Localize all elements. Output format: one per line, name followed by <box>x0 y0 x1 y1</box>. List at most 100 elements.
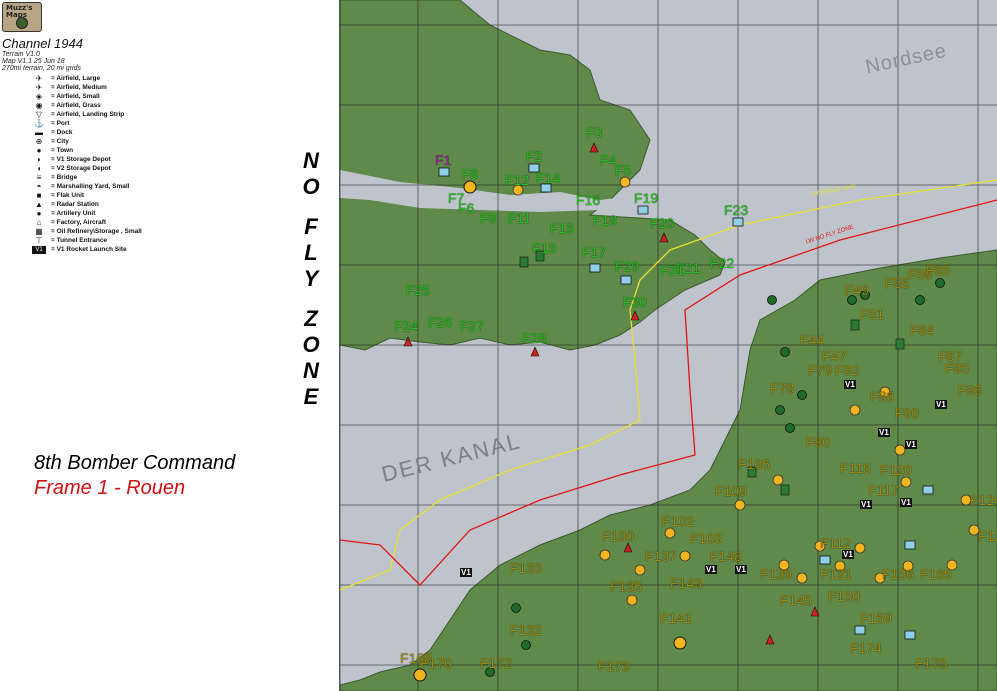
legend-label: = V1 Rocket Launch Site <box>51 246 127 253</box>
no-fly-gap <box>296 292 328 306</box>
town-icon <box>634 564 646 576</box>
airfield-large-icon <box>637 205 649 215</box>
bridge-icon: ≡ <box>36 172 42 182</box>
airfield-label-allied: F5 <box>615 162 632 178</box>
legend-row: ≡ = Bridge <box>32 173 232 182</box>
airfield-label-allied: F27 <box>460 318 485 334</box>
no-fly-letter: N <box>303 358 321 383</box>
map-canvas[interactable] <box>340 0 997 691</box>
flak-unit-icon <box>780 484 790 496</box>
v1-site-marker: V1 <box>705 565 717 574</box>
artillery-unit-icon <box>521 640 531 650</box>
artillery-unit-icon <box>935 278 945 288</box>
legend-label: = Flak Unit <box>51 192 85 199</box>
legend-label: = Airfield, Grass <box>51 102 101 109</box>
airfield-label-allied: F26 <box>428 314 453 330</box>
flak-unit-icon <box>895 338 905 350</box>
airfield-label-axis: F64 <box>910 322 935 338</box>
legend-row: ▽ = Airfield, Landing Strip <box>32 110 232 119</box>
town-icon <box>894 444 906 456</box>
legend-row: ■ = Flak Unit <box>32 191 232 200</box>
airfield-label-allied: F25 <box>406 282 431 298</box>
airfield-label-axis: F79 <box>808 362 833 378</box>
artillery-unit-icon: ● <box>36 208 42 218</box>
no-fly-letter: L <box>304 240 320 265</box>
legend-label: = V2 Storage Depot <box>51 165 111 172</box>
airfield-label-axis: F115 <box>840 460 871 476</box>
airfield-label-axis: F120 <box>880 462 912 478</box>
map-logo: Muzz's Maps <box>2 2 42 32</box>
airfield-label-axis: F172 <box>480 655 512 671</box>
airfield-label-allied: F16 <box>576 192 601 208</box>
legend-label: = Airfield, Landing Strip <box>51 111 125 118</box>
airfield-label-allied: F13 <box>532 240 557 256</box>
city-icon <box>673 636 687 650</box>
legend-row: ◗ = V1 Storage Depot <box>32 155 232 164</box>
airfield-label-axis: F135 <box>610 578 642 594</box>
town-icon <box>854 542 866 554</box>
airfield-label-allied: F29 <box>615 258 640 274</box>
airfield-label-axis: F174 <box>850 640 882 656</box>
map-title: Channel 1944 <box>2 36 83 51</box>
airfield-large-icon <box>819 555 831 565</box>
no-fly-letter: E <box>303 384 321 409</box>
airfield-large-icon <box>922 485 934 495</box>
airfield-label-axis: F139 <box>760 566 792 582</box>
map-area[interactable]: Nordsee DER KANAL LW RADAR UNIT LW NO FLY Z… <box>340 0 997 691</box>
airfield-label-axis: F44 <box>800 332 825 348</box>
left-panel: Muzz's Maps Channel 1944 Terrain V1.0 Ma… <box>0 0 340 691</box>
radar-station-icon: ▲ <box>35 199 43 209</box>
flak-unit-icon: ■ <box>36 190 42 200</box>
airfield-grass-icon: ◉ <box>35 100 43 110</box>
v1-site-marker: V1 <box>900 498 912 507</box>
airfield-label-axis: F173 <box>598 658 630 674</box>
airfield-label-axis: F117 <box>868 482 899 498</box>
no-fly-letter: O <box>302 332 322 357</box>
town-icon <box>679 550 691 562</box>
legend-row: ⚓ = Port <box>32 119 232 128</box>
airfield-label-allied: F20 <box>650 215 675 231</box>
legend-row: ✈ = Airfield, Medium <box>32 83 232 92</box>
airfield-label-axis: F90 <box>895 405 920 421</box>
airfield-label-allied: F4 <box>600 152 617 168</box>
artillery-unit-icon <box>780 347 790 357</box>
legend-label: = Town <box>51 147 74 154</box>
airfield-label-axis: F100 <box>602 528 634 544</box>
airfield-label-axis: F80 <box>806 434 831 450</box>
airfield-small-icon: ◈ <box>35 91 43 101</box>
meta-map-version: Map V1.1 25 Jun 18 <box>2 58 65 65</box>
flak-unit-icon <box>850 319 860 331</box>
airfield-label-axis: F96 <box>958 382 983 398</box>
airfield-label-allied: F30 <box>623 294 648 310</box>
port-icon: ⚓ <box>34 118 44 128</box>
town-icon: ● <box>36 145 42 155</box>
legend-row: ▦ = Oil Refinery\Storage , Small <box>32 227 232 236</box>
legend-label: = Factory, Aircraft <box>51 219 107 226</box>
airfield-label-allied: F24 <box>394 318 419 334</box>
airfield-label-allied: F2 <box>526 148 543 164</box>
airfield-large-icon <box>904 540 916 550</box>
v1-site-marker: V1 <box>844 380 856 389</box>
meta-grid: 270mi terrain, 20 mi grids <box>2 65 81 72</box>
artillery-unit-icon <box>915 295 925 305</box>
airfield-label-allied: F9 <box>480 210 497 226</box>
airfield-large-icon <box>589 263 601 273</box>
legend-label: = Marshalling Yard, Small <box>51 183 130 190</box>
tunnel-entrance-icon: ⊤ <box>35 235 43 245</box>
airfield-large-icon <box>904 630 916 640</box>
legend-row: ◖ = V2 Storage Depot <box>32 164 232 173</box>
airfield-label-axis: F82 <box>835 362 860 378</box>
town-icon <box>664 527 676 539</box>
v1-site-marker: V1 <box>878 428 890 437</box>
airfield-label-axis: F145 <box>780 592 812 608</box>
marshalling-yard-icon: ◓ <box>36 181 42 191</box>
airfield-label-allied: F7 <box>448 190 465 206</box>
airfield-label-axis: F137 <box>645 548 677 564</box>
airfield-label-axis: F148 <box>710 548 742 564</box>
legend-row: ✈ = Airfield, Large <box>32 74 232 83</box>
airfield-label-allied: F12 <box>505 172 530 188</box>
airfield-label-axis: F124 <box>970 492 997 508</box>
v2-storage-depot-icon: ◖ <box>36 163 42 173</box>
airfield-label-allied: F23 <box>724 202 749 218</box>
airfield-label-axis: F102 <box>662 513 694 529</box>
